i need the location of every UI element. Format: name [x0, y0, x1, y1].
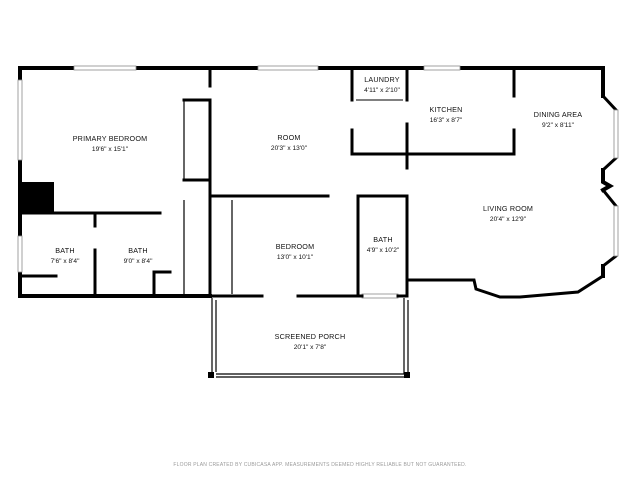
primary-bedroom-dimensions: 19'6" x 15'1" [92, 146, 129, 153]
bedroom-label: BEDROOM [276, 242, 315, 251]
floor-plan: PRIMARY BEDROOM 19'6" x 15'1" ROOM 20'3"… [17, 65, 619, 468]
screened-porch-dimensions: 20'1" x 7'8" [294, 344, 327, 351]
primary-bedroom-label: PRIMARY BEDROOM [73, 134, 148, 143]
bath-left-dimensions: 7'6" x 8'4" [51, 258, 80, 265]
room-label: ROOM [277, 133, 300, 142]
footer-disclaimer: FLOOR PLAN CREATED BY CUBICASA APP. MEAS… [173, 462, 466, 468]
bath-right-dimensions: 4'9" x 10'2" [367, 247, 400, 254]
kitchen-dimensions: 16'3" x 8'7" [430, 117, 463, 124]
exterior-walls [18, 66, 618, 299]
laundry-dimensions: 4'11" x 2'10" [364, 87, 400, 94]
living-room-label: LIVING ROOM [483, 204, 533, 213]
interior-walls [18, 66, 516, 298]
windows [17, 65, 619, 299]
kitchen-label: KITCHEN [430, 105, 463, 114]
bath-right-label: BATH [373, 235, 392, 244]
room-dimensions: 20'3" x 13'0" [271, 145, 308, 152]
bath-middle-dimensions: 9'0" x 8'4" [124, 258, 153, 265]
living-room-dimensions: 20'4" x 12'9" [490, 216, 527, 223]
bath-middle-label: BATH [128, 246, 147, 255]
dining-area-dimensions: 9'2" x 8'11" [542, 122, 575, 129]
screened-porch-label: SCREENED PORCH [275, 332, 346, 341]
bedroom-dimensions: 13'0" x 10'1" [277, 254, 314, 261]
dining-area-label: DINING AREA [534, 110, 583, 119]
laundry-label: LAUNDRY [364, 75, 400, 84]
bath-left-label: BATH [55, 246, 74, 255]
